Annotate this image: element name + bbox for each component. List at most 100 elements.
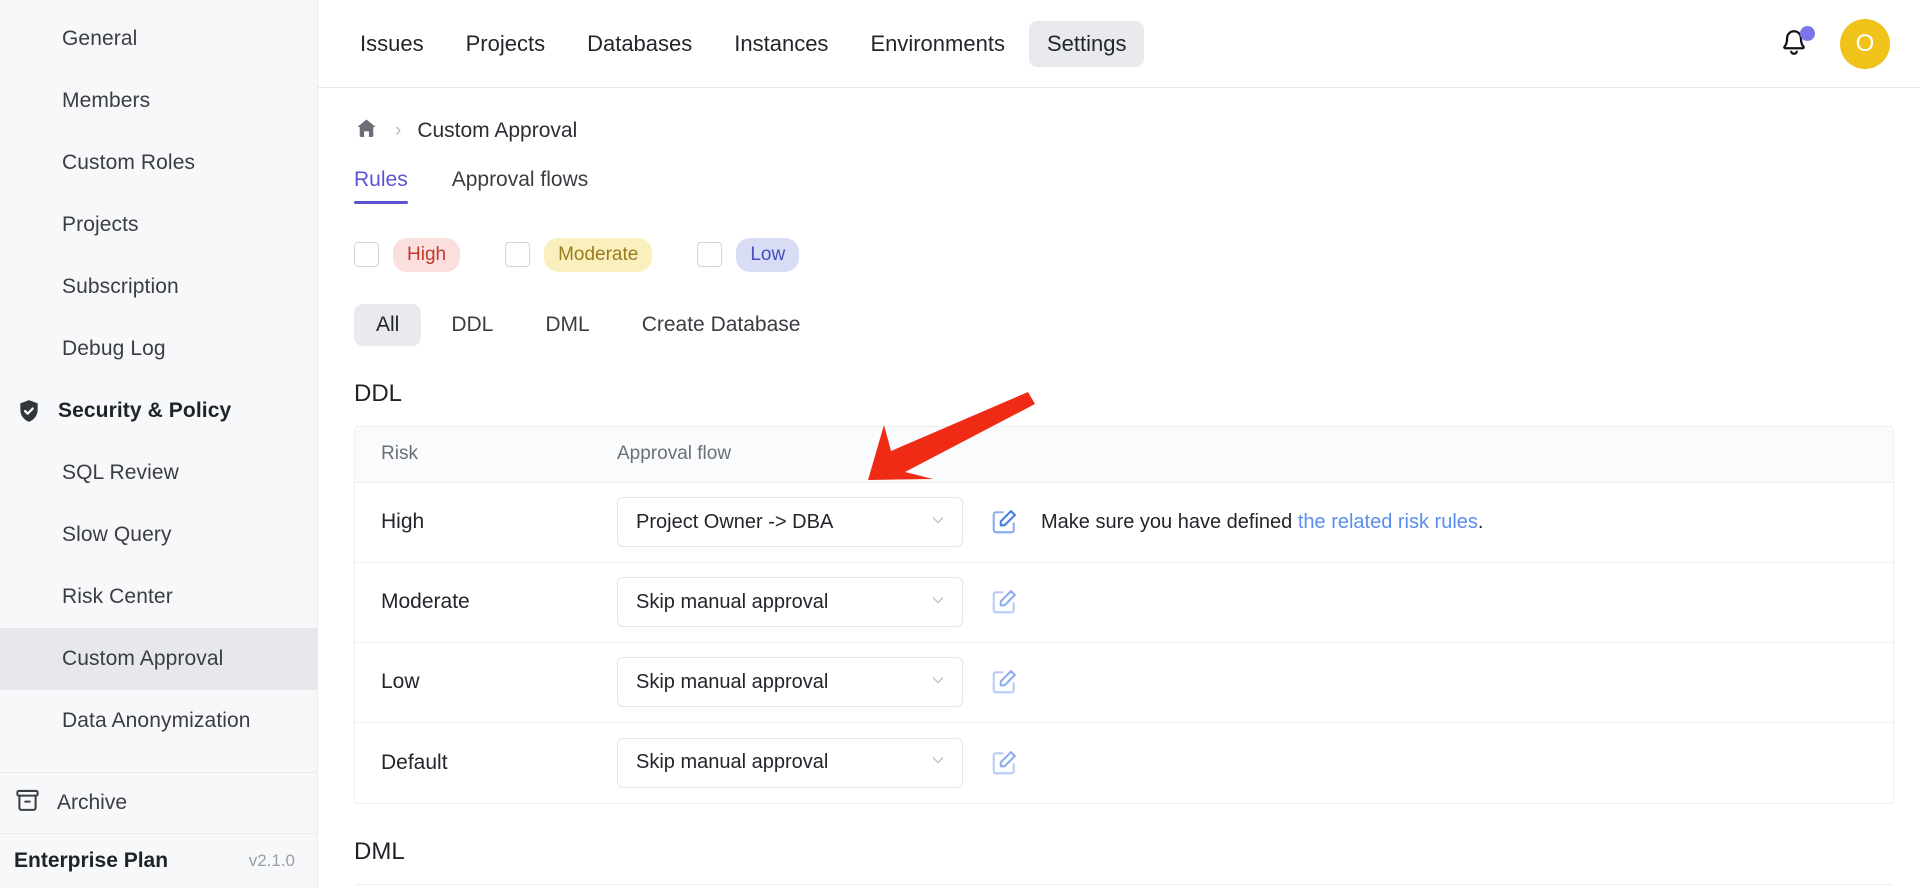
- section-title-dml: DML: [354, 838, 1920, 866]
- shield-check-icon: [14, 397, 44, 425]
- sidebar-item-custom-approval[interactable]: Custom Approval: [0, 628, 317, 690]
- pill-label: DML: [545, 313, 589, 336]
- status-badge-high[interactable]: High: [393, 238, 460, 272]
- select-value: Project Owner -> DBA: [636, 511, 833, 534]
- sidebar-item-label: Risk Center: [62, 585, 173, 609]
- approval-flow-select-low[interactable]: Skip manual approval: [617, 657, 963, 707]
- sidebar-footer: Archive Enterprise Plan v2.1.0: [0, 772, 317, 888]
- status-badge-low[interactable]: Low: [736, 238, 799, 272]
- table-row: Low Skip manual approval: [355, 643, 1893, 723]
- sidebar-item-risk-center[interactable]: Risk Center: [0, 566, 317, 628]
- tab-projects[interactable]: Projects: [448, 21, 563, 67]
- notifications-button[interactable]: [1778, 26, 1812, 62]
- chevron-down-icon: [928, 590, 948, 615]
- sidebar-item-label: Custom Approval: [62, 647, 223, 671]
- sidebar-item-members[interactable]: Members: [0, 70, 317, 132]
- column-header-approval-flow: Approval flow: [617, 443, 1893, 465]
- pill-all[interactable]: All: [354, 304, 421, 346]
- tab-instances[interactable]: Instances: [716, 21, 846, 67]
- checkbox-high[interactable]: [354, 242, 379, 267]
- risk-filter-moderate: Moderate: [505, 238, 652, 272]
- sidebar-item-label: SQL Review: [62, 461, 179, 485]
- main-area: Issues Projects Databases Instances Envi…: [318, 0, 1920, 888]
- sidebar-item-sql-review[interactable]: SQL Review: [0, 442, 317, 504]
- sidebar-item-general[interactable]: General: [0, 8, 317, 70]
- sidebar-item-label: Members: [62, 89, 150, 113]
- select-value: Skip manual approval: [636, 591, 828, 614]
- tab-label: Rules: [354, 168, 408, 191]
- sidebar-item-label: Custom Roles: [62, 151, 195, 175]
- section-title-ddl: DDL: [354, 380, 1920, 408]
- sidebar-item-projects[interactable]: Projects: [0, 194, 317, 256]
- archive-box-icon: [14, 787, 41, 820]
- select-value: Skip manual approval: [636, 671, 828, 694]
- page-content: › Custom Approval Rules Approval flows H…: [318, 88, 1920, 888]
- column-header-risk: Risk: [355, 443, 617, 465]
- sidebar-item-subscription[interactable]: Subscription: [0, 256, 317, 318]
- cell-approval-flow: Project Owner -> DBA: [617, 497, 1893, 547]
- breadcrumb-separator: ›: [395, 120, 401, 142]
- tab-label: Databases: [587, 31, 692, 56]
- pill-create-database[interactable]: Create Database: [620, 304, 823, 346]
- sidebar-item-archive[interactable]: Archive: [0, 773, 317, 833]
- bell-icon: [1778, 47, 1810, 64]
- sidebar-item-label: General: [62, 27, 137, 51]
- tab-label: Approval flows: [452, 168, 589, 191]
- pill-ddl[interactable]: DDL: [429, 304, 515, 346]
- plan-name: Enterprise Plan: [14, 849, 168, 873]
- risk-filter-high: High: [354, 238, 460, 272]
- chevron-down-icon: [928, 670, 948, 695]
- pill-label: All: [376, 313, 399, 336]
- notification-badge-dot: [1800, 26, 1815, 41]
- avatar[interactable]: O: [1840, 19, 1890, 69]
- sidebar-item-data-access-control[interactable]: Data Access Control: [0, 752, 317, 772]
- sidebar-item-custom-roles[interactable]: Custom Roles: [0, 132, 317, 194]
- sidebar: General Members Custom Roles Projects Su…: [0, 0, 318, 888]
- risk-filter-group: High Moderate Low: [354, 238, 1920, 272]
- tab-rules[interactable]: Rules: [354, 168, 408, 204]
- sidebar-group-security-and-policy[interactable]: Security & Policy: [0, 380, 317, 442]
- top-nav-items: Issues Projects Databases Instances Envi…: [342, 21, 1144, 67]
- pill-dml[interactable]: DML: [523, 304, 611, 346]
- status-badge-moderate[interactable]: Moderate: [544, 238, 652, 272]
- sidebar-item-debug-log[interactable]: Debug Log: [0, 318, 317, 380]
- ddl-rules-table: Risk Approval flow High Project Owner ->…: [354, 426, 1894, 804]
- sidebar-item-slow-query[interactable]: Slow Query: [0, 504, 317, 566]
- breadcrumb: › Custom Approval: [354, 88, 1920, 160]
- select-value: Skip manual approval: [636, 751, 828, 774]
- tab-approval-flows[interactable]: Approval flows: [452, 168, 589, 204]
- approval-flow-select-default[interactable]: Skip manual approval: [617, 738, 963, 788]
- sidebar-item-label: Data Anonymization: [62, 709, 251, 733]
- top-navigation-bar: Issues Projects Databases Instances Envi…: [318, 0, 1920, 88]
- pill-label: DDL: [451, 313, 493, 336]
- cell-risk: Default: [355, 751, 617, 775]
- hint-suffix: .: [1478, 511, 1484, 533]
- related-risk-rules-link[interactable]: the related risk rules: [1298, 511, 1478, 533]
- tab-label: Settings: [1047, 31, 1127, 56]
- checkbox-low[interactable]: [697, 242, 722, 267]
- sidebar-item-label: Slow Query: [62, 523, 172, 547]
- home-icon[interactable]: [354, 116, 379, 146]
- sidebar-item-data-anonymization[interactable]: Data Anonymization: [0, 690, 317, 752]
- top-bar-actions: O: [1778, 19, 1890, 69]
- edit-pencil-icon[interactable]: [989, 507, 1019, 537]
- sidebar-nav-list: General Members Custom Roles Projects Su…: [0, 0, 317, 772]
- cell-risk: Low: [355, 670, 617, 694]
- tab-databases[interactable]: Databases: [569, 21, 710, 67]
- avatar-initial: O: [1856, 30, 1875, 58]
- tab-issues[interactable]: Issues: [342, 21, 442, 67]
- edit-pencil-icon[interactable]: [989, 587, 1019, 617]
- edit-pencil-icon[interactable]: [989, 748, 1019, 778]
- breadcrumb-current: Custom Approval: [417, 119, 577, 143]
- tab-environments[interactable]: Environments: [852, 21, 1023, 67]
- approval-flow-select-high[interactable]: Project Owner -> DBA: [617, 497, 963, 547]
- table-row: High Project Owner -> DBA: [355, 483, 1893, 563]
- tab-settings[interactable]: Settings: [1029, 21, 1145, 67]
- sidebar-archive-label: Archive: [57, 791, 127, 815]
- approval-flow-select-moderate[interactable]: Skip manual approval: [617, 577, 963, 627]
- edit-pencil-icon[interactable]: [989, 667, 1019, 697]
- app-version: v2.1.0: [249, 851, 295, 871]
- plan-status-row: Enterprise Plan v2.1.0: [0, 833, 317, 888]
- page-tabs: Rules Approval flows: [354, 168, 1920, 204]
- checkbox-moderate[interactable]: [505, 242, 530, 267]
